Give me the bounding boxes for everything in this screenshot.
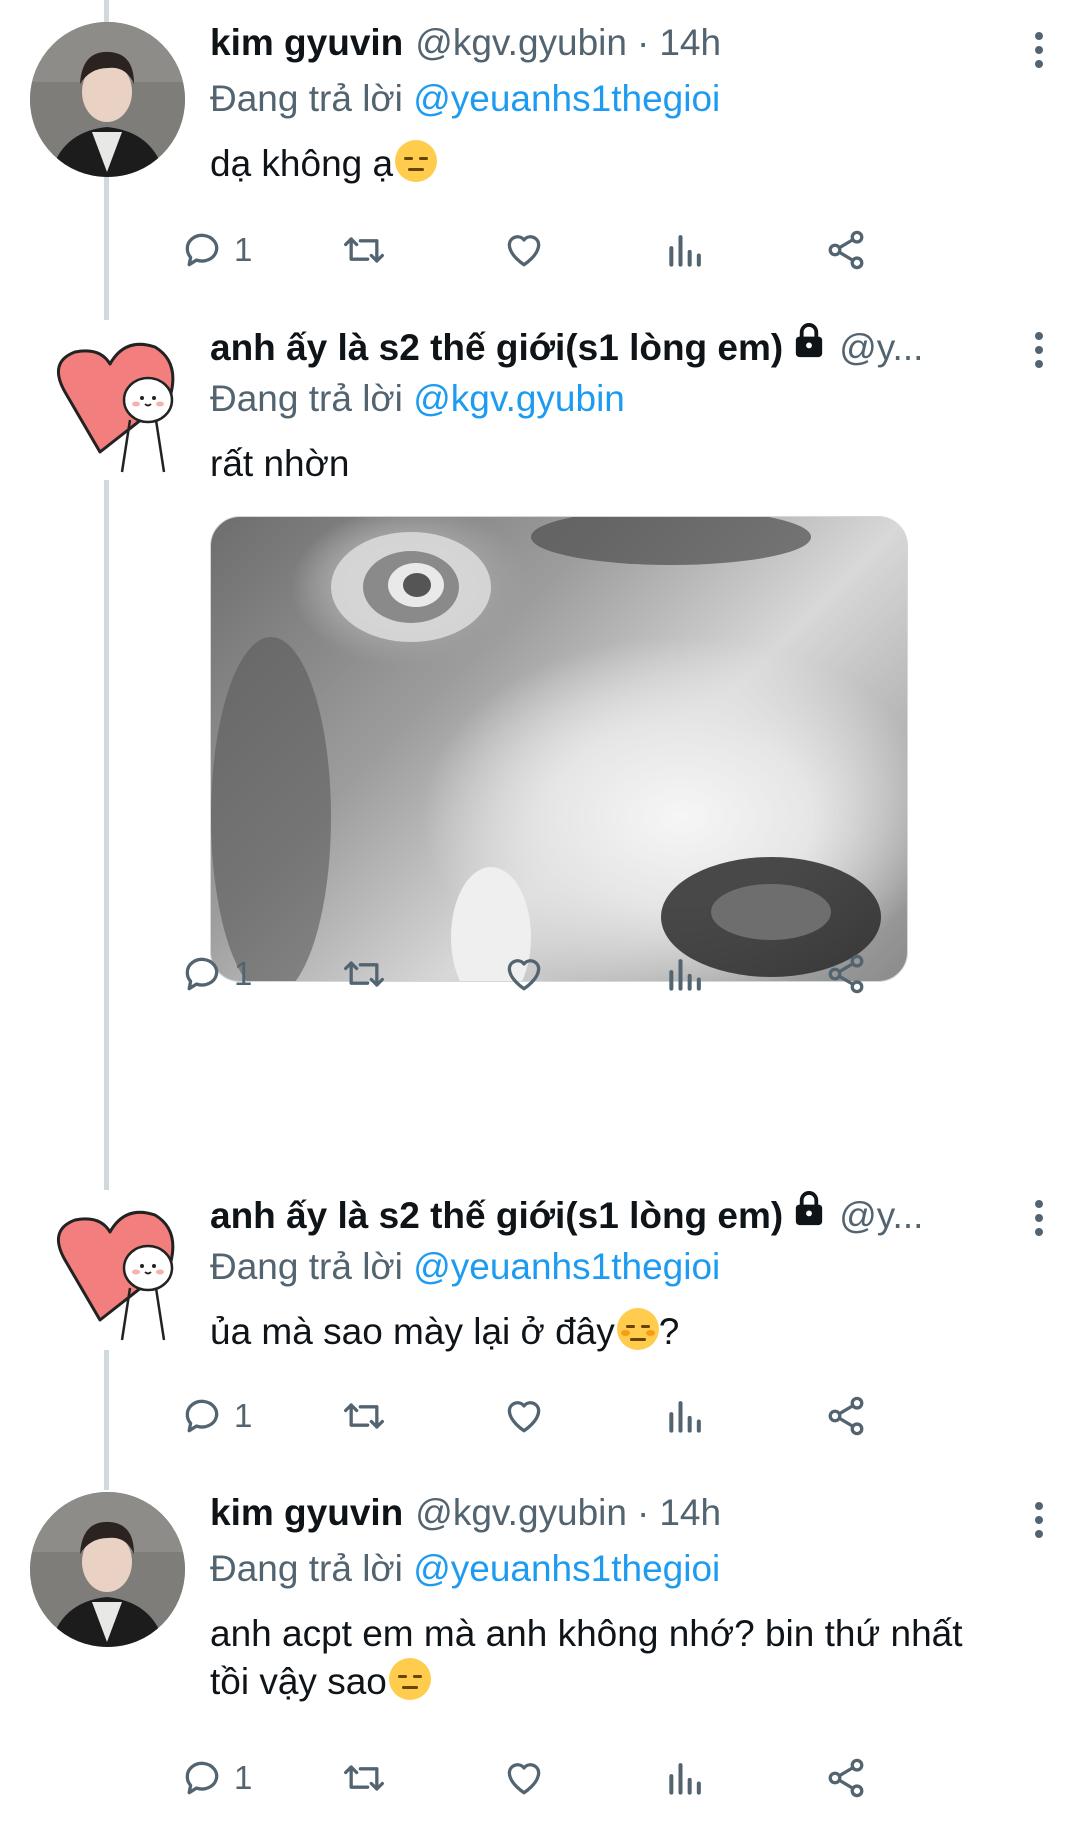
share-button[interactable] <box>824 222 868 278</box>
avatar[interactable] <box>30 22 185 177</box>
action-bar: 1 <box>180 222 870 278</box>
action-bar: 1 <box>180 1388 870 1444</box>
reply-icon <box>185 1761 219 1795</box>
display-name[interactable]: anh ấy là s2 thế giới(s1 lòng em) <box>210 327 783 369</box>
mention-link[interactable]: @yeuanhs1thegioi <box>413 1548 720 1589</box>
avatar[interactable] <box>30 1492 185 1647</box>
replying-prefix: Đang trả lời <box>210 78 414 119</box>
replying-to: Đang trả lời @yeuanhs1thegioi <box>210 78 1050 126</box>
reply-button[interactable]: 1 <box>180 1388 252 1444</box>
views-icon <box>669 959 701 991</box>
mention-link[interactable]: @yeuanhs1thegioi <box>413 78 720 119</box>
views-button[interactable] <box>664 222 708 278</box>
separator-dot: · <box>636 1492 650 1533</box>
reply-icon <box>185 233 219 267</box>
like-button[interactable] <box>502 946 546 1002</box>
share-button[interactable] <box>824 1388 868 1444</box>
views-icon <box>669 235 701 267</box>
share-icon <box>828 1758 864 1798</box>
like-icon <box>507 1763 541 1795</box>
share-button[interactable] <box>824 946 868 1002</box>
share-icon <box>828 1396 864 1436</box>
more-options-icon[interactable] <box>1032 1502 1046 1542</box>
views-button[interactable] <box>664 946 708 1002</box>
action-bar: 1 <box>180 946 870 1002</box>
tweet-text: rất nhờn <box>210 440 1050 488</box>
like-button[interactable] <box>502 222 546 278</box>
avatar[interactable] <box>30 322 185 477</box>
views-icon <box>669 1763 701 1795</box>
retweet-icon <box>344 1403 384 1429</box>
thread-line <box>104 1350 109 1490</box>
display-name[interactable]: anh ấy là s2 thế giới(s1 lòng em) <box>210 1195 783 1237</box>
replying-to: Đang trả lời @kgv.gyubin <box>210 378 1050 426</box>
pensive-face-icon <box>388 1658 431 1700</box>
share-icon <box>828 954 864 994</box>
lock-icon <box>791 1190 827 1233</box>
mention-link[interactable]: @yeuanhs1thegioi <box>413 1246 720 1287</box>
retweet-button[interactable] <box>340 1388 388 1444</box>
handle[interactable]: @y... <box>839 327 923 369</box>
share-button[interactable] <box>824 1750 868 1806</box>
share-icon <box>828 230 864 270</box>
replying-prefix: Đang trả lời <box>210 1548 414 1589</box>
handle[interactable]: @kgv.gyubin <box>415 22 627 64</box>
like-icon <box>507 235 541 267</box>
reply-icon <box>185 1399 219 1433</box>
lock-icon <box>791 322 827 365</box>
reply-icon <box>185 957 219 991</box>
views-icon <box>669 1401 701 1433</box>
reply-button[interactable]: 1 <box>180 1750 252 1806</box>
more-options-icon[interactable] <box>1032 332 1046 372</box>
retweet-icon <box>344 961 384 987</box>
retweet-button[interactable] <box>340 946 388 1002</box>
replying-to: Đang trả lời @yeuanhs1thegioi <box>210 1548 1050 1596</box>
reply-button[interactable]: 1 <box>180 946 252 1002</box>
views-button[interactable] <box>664 1750 708 1806</box>
tweet-text: anh acpt em mà anh không nhớ? bin thứ nh… <box>210 1610 970 1706</box>
replying-prefix: Đang trả lời <box>210 378 414 419</box>
tweet-text: dạ không ạ <box>210 140 1050 188</box>
separator-dot: · <box>636 22 650 63</box>
display-name[interactable]: kim gyuvin <box>210 22 403 64</box>
like-button[interactable] <box>502 1750 546 1806</box>
views-button[interactable] <box>664 1388 708 1444</box>
tweet-text-body: rất nhờn <box>210 443 350 484</box>
reply-count: 1 <box>234 231 253 268</box>
handle[interactable]: @kgv.gyubin <box>415 1492 627 1534</box>
timestamp[interactable]: 14h <box>659 22 721 64</box>
like-icon <box>507 1401 541 1433</box>
smiling-face-with-hearts-icon <box>616 1308 659 1350</box>
husky-closeup-image[interactable] <box>210 516 908 982</box>
tweet-text-body: anh acpt em mà anh không nhớ? bin thứ nh… <box>210 1613 963 1702</box>
replying-to: Đang trả lời @yeuanhs1thegioi <box>210 1246 1050 1294</box>
avatar[interactable] <box>30 1190 185 1345</box>
retweet-icon <box>344 237 384 263</box>
more-options-icon[interactable] <box>1032 1200 1046 1240</box>
replying-prefix: Đang trả lời <box>210 1246 414 1287</box>
pensive-face-icon <box>395 140 438 182</box>
action-bar: 1 <box>180 1750 870 1806</box>
reply-count: 1 <box>234 955 253 992</box>
retweet-button[interactable] <box>340 222 388 278</box>
handle[interactable]: @y... <box>839 1195 923 1237</box>
tweet-text-body: dạ không ạ <box>210 143 394 184</box>
timestamp[interactable]: 14h <box>659 1492 721 1534</box>
reply-count: 1 <box>234 1397 253 1434</box>
reply-button[interactable]: 1 <box>180 222 252 278</box>
tweet-text-suffix: ? <box>658 1311 680 1352</box>
tweet-text-body: ủa mà sao mày lại ở đây <box>210 1311 615 1352</box>
tweet-text: ủa mà sao mày lại ở đây? <box>210 1308 1050 1356</box>
more-options-icon[interactable] <box>1032 32 1046 72</box>
reply-count: 1 <box>234 1759 253 1796</box>
retweet-button[interactable] <box>340 1750 388 1806</box>
thread-line <box>104 480 109 1190</box>
like-icon <box>507 959 541 991</box>
mention-link[interactable]: @kgv.gyubin <box>413 378 625 419</box>
retweet-icon <box>344 1765 384 1791</box>
like-button[interactable] <box>502 1388 546 1444</box>
display-name[interactable]: kim gyuvin <box>210 1492 403 1534</box>
